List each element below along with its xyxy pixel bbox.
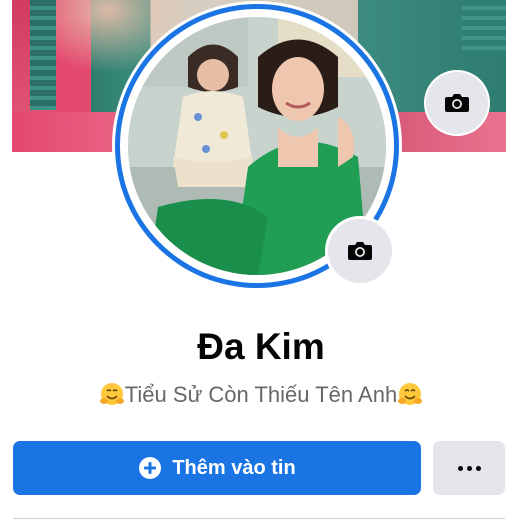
ellipsis-icon-dot [466, 465, 472, 471]
profile-bio: Tiểu Sử Còn Thiếu Tên Anh [0, 381, 522, 408]
hugging-face-emoji-icon [99, 383, 124, 405]
add-to-story-label: Thêm vào tin [172, 456, 296, 479]
ellipsis-icon [457, 465, 463, 471]
edit-profile-picture-button[interactable] [328, 219, 392, 283]
plus-circle-icon [139, 457, 162, 479]
edit-cover-photo-button[interactable] [426, 72, 488, 134]
cover-photo-detail [462, 0, 506, 56]
camera-icon [348, 242, 372, 260]
hugging-face-emoji-icon [398, 383, 423, 405]
profile-name: Đa Kim [197, 326, 325, 367]
ellipsis-icon-dot [475, 465, 481, 471]
section-divider [13, 518, 505, 519]
more-options-button[interactable] [433, 441, 505, 495]
add-to-story-button[interactable]: Thêm vào tin [13, 441, 421, 495]
cover-photo-detail [30, 0, 56, 110]
camera-icon [445, 94, 469, 112]
profile-bio-text: Tiểu Sử Còn Thiếu Tên Anh [124, 382, 398, 407]
